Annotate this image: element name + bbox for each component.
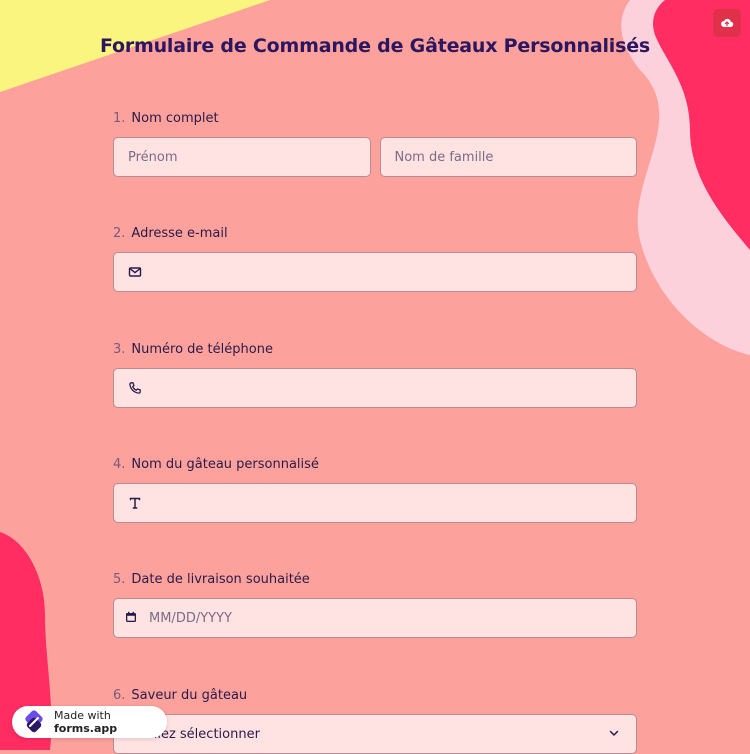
question-text: Adresse e-mail: [131, 226, 228, 241]
forms-app-logo-icon: [19, 707, 49, 737]
flavor-select[interactable]: Veuillez sélectionner: [113, 714, 637, 754]
first-name-placeholder: Prénom: [128, 149, 178, 165]
badge-text: Made with forms.app: [54, 709, 167, 735]
chevron-down-icon: [608, 727, 622, 741]
phone-icon: [128, 381, 142, 395]
question-number: 1.: [113, 111, 126, 126]
calendar-icon: [125, 611, 139, 625]
question-number: 4.: [113, 457, 126, 472]
question-text: Nom du gâteau personnalisé: [131, 457, 319, 472]
question-cake-name: 4. Nom du gâteau personnalisé: [113, 457, 637, 523]
question-label: 1. Nom complet: [113, 111, 637, 127]
question-number: 5.: [113, 572, 126, 587]
question-number: 2.: [113, 226, 126, 241]
question-number: 6.: [113, 688, 126, 703]
question-text: Nom complet: [131, 111, 219, 126]
question-text: Date de livraison souhaitée: [131, 572, 310, 587]
phone-field[interactable]: [113, 368, 637, 408]
question-text: Numéro de téléphone: [131, 342, 273, 357]
date-placeholder: MM/DD/YYYY: [149, 610, 232, 626]
cloud-upload-icon: [721, 18, 734, 27]
question-label: 3. Numéro de téléphone: [113, 342, 637, 358]
badge-prefix: Made with: [54, 709, 111, 722]
question-email: 2. Adresse e-mail: [113, 226, 637, 292]
question-delivery-date: 5. Date de livraison souhaitée MM/DD/YYYY: [113, 572, 637, 638]
question-cake-flavor: 6. Saveur du gâteau Veuillez sélectionner: [113, 688, 637, 754]
last-name-placeholder: Nom de famille: [394, 149, 494, 165]
question-phone: 3. Numéro de téléphone: [113, 342, 637, 408]
save-button[interactable]: [713, 9, 741, 37]
question-number: 3.: [113, 342, 126, 357]
made-with-badge[interactable]: Made with forms.app: [12, 706, 167, 738]
question-label: 4. Nom du gâteau personnalisé: [113, 457, 637, 473]
mail-icon: [128, 265, 142, 279]
question-label: 5. Date de livraison souhaitée: [113, 572, 637, 588]
question-label: 2. Adresse e-mail: [113, 226, 637, 242]
question-label: 6. Saveur du gâteau: [113, 688, 637, 704]
cake-name-field[interactable]: [113, 483, 637, 523]
email-field[interactable]: [113, 252, 637, 292]
badge-brand: forms.app: [54, 722, 118, 735]
form-title: Formulaire de Commande de Gâteaux Person…: [99, 35, 651, 57]
text-icon: [128, 496, 142, 510]
last-name-input[interactable]: Nom de famille: [379, 137, 637, 177]
question-text: Saveur du gâteau: [131, 688, 248, 703]
question-full-name: 1. Nom complet Prénom Nom de famille: [113, 111, 637, 177]
first-name-input[interactable]: Prénom: [113, 137, 371, 177]
date-field[interactable]: MM/DD/YYYY: [113, 598, 637, 638]
